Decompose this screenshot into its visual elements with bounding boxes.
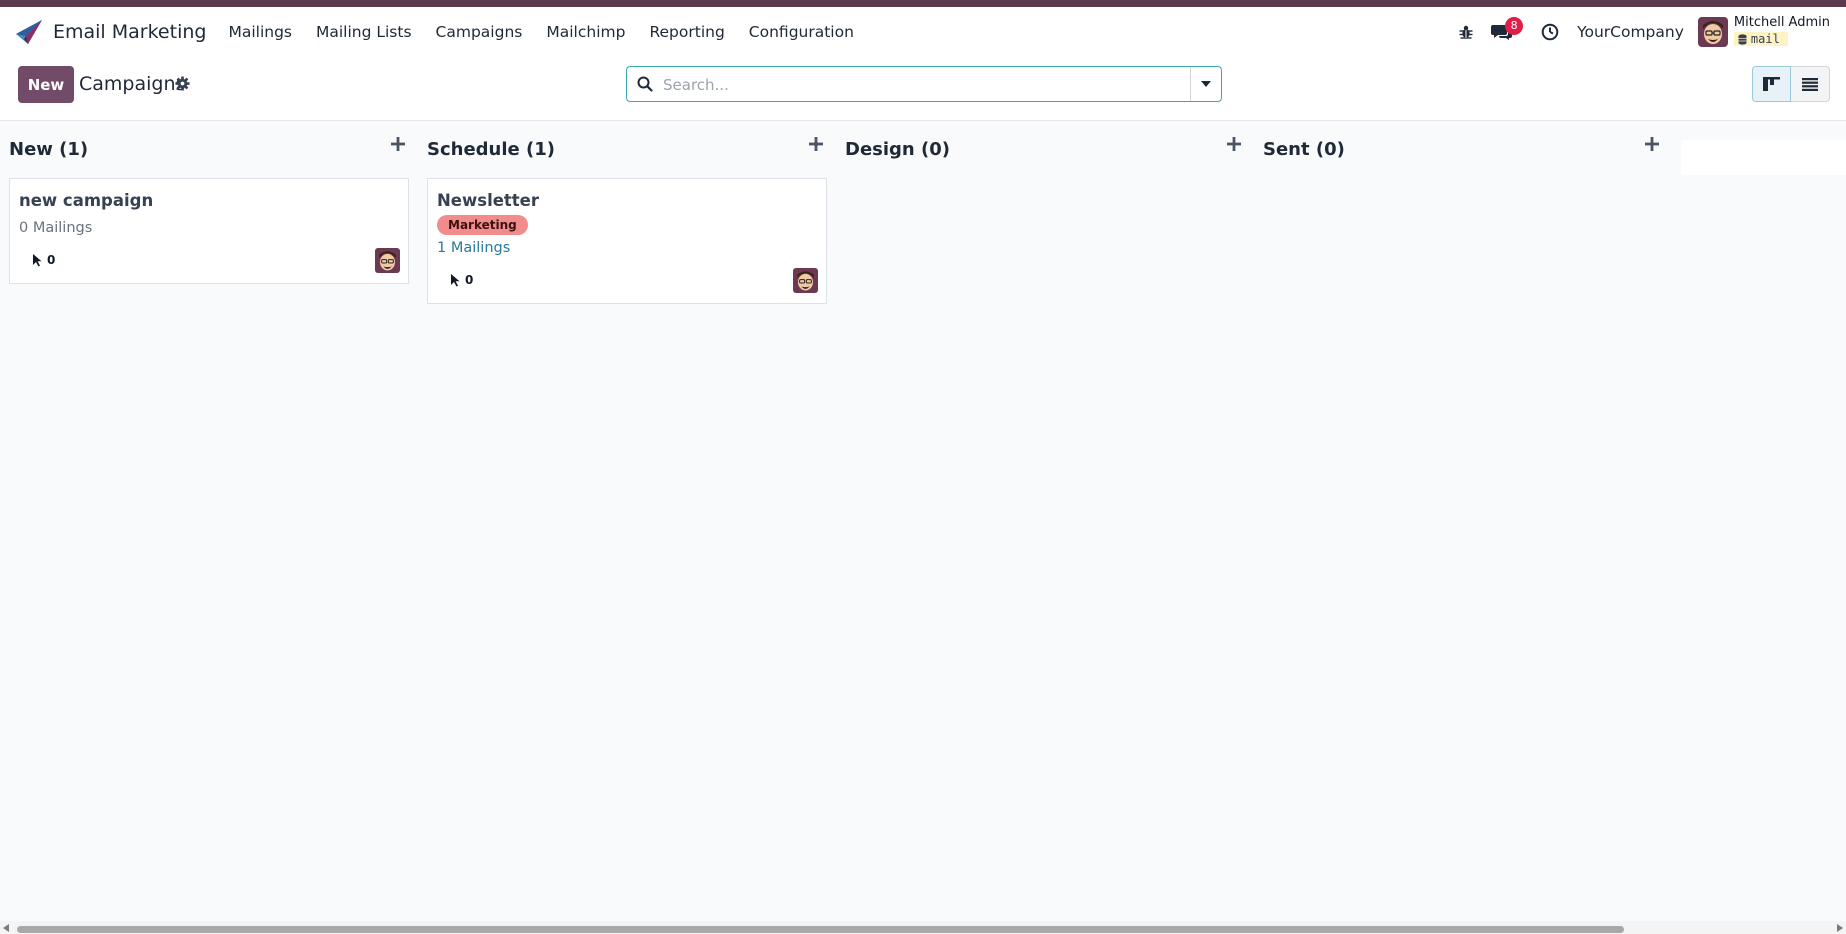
scroll-right-icon[interactable] [1837,924,1843,932]
card-title: new campaign [19,191,154,210]
kanban-icon [1763,77,1780,91]
paper-plane-icon [16,20,42,44]
user-name: Mitchell Admin [1733,15,1830,31]
debug-button[interactable] [1449,15,1483,49]
user-menu[interactable]: Mitchell Admin mail [1697,15,1830,48]
list-icon [1802,77,1818,91]
systray: 8 YourCompany Mitchell Admin mail [1449,7,1846,57]
column-title[interactable]: Sent (0) [1263,139,1345,160]
card-title: Newsletter [437,191,540,210]
app-brand[interactable]: Email Marketing [14,17,206,47]
clock-icon [1541,23,1559,41]
control-panel: New Campaigns [0,57,1846,121]
kanban-card[interactable]: new campaign 0 Mailings 0 [9,178,409,284]
kanban-card[interactable]: Newsletter Marketing 1 Mailings 0 [427,178,827,304]
plus-icon[interactable] [809,137,823,151]
search-options-toggle[interactable] [1190,67,1221,101]
add-column-area[interactable] [1681,140,1846,175]
column-title[interactable]: Design (0) [845,139,950,160]
gear-icon[interactable] [175,76,190,91]
column-header: New (1) [0,137,410,163]
card-mailings-link[interactable]: 1 Mailings [437,240,510,256]
scrollbar-thumb[interactable] [17,926,1624,933]
plus-icon[interactable] [1227,137,1241,151]
app-title[interactable]: Email Marketing [53,21,206,43]
kanban-board: New (1) new campaign 0 Mailings 0 Schedu… [0,121,1846,921]
messages-button[interactable]: 8 [1485,15,1524,49]
search-input[interactable] [661,67,1215,103]
top-accent-strip [0,0,1846,7]
plus-icon[interactable] [1645,137,1659,151]
bug-icon [1459,25,1473,39]
card-clicks: 0 [32,253,55,267]
card-clicks: 0 [450,273,473,287]
main-navbar: Email Marketing Mailings Mailing Lists C… [0,7,1846,57]
messages-count-badge: 8 [1505,17,1524,35]
database-badge: mail [1733,32,1788,47]
menu-item-mailings[interactable]: Mailings [216,23,304,41]
card-clicks-count: 0 [465,273,474,287]
column-header: Sent (0) [1254,137,1664,163]
scroll-left-icon[interactable] [3,924,9,932]
new-button[interactable]: New [18,66,74,103]
card-user-avatar[interactable] [793,268,818,293]
caret-down-icon [1201,81,1211,87]
card-clicks-count: 0 [47,253,56,267]
company-switcher[interactable]: YourCompany [1577,23,1684,41]
view-switcher [1752,66,1830,102]
menu-item-mailchimp[interactable]: Mailchimp [534,23,637,41]
column-header: Schedule (1) [418,137,828,163]
horizontal-scrollbar[interactable] [0,921,1846,934]
database-name: mail [1750,32,1780,47]
menu-item-configuration[interactable]: Configuration [737,23,866,41]
card-user-avatar[interactable] [375,248,400,273]
cursor-icon [451,274,460,287]
menu-item-mailing-lists[interactable]: Mailing Lists [304,23,424,41]
search-bar[interactable] [626,66,1222,103]
menu-item-reporting[interactable]: Reporting [637,23,736,41]
column-title[interactable]: New (1) [9,139,88,160]
cursor-icon [33,254,42,267]
top-menu: Mailings Mailing Lists Campaigns Mailchi… [216,23,865,41]
tag-badge: Marketing [437,215,528,235]
search-icon [637,76,653,92]
list-view-button[interactable] [1791,66,1830,102]
user-avatar [1697,17,1728,47]
database-icon [1738,34,1747,45]
column-title[interactable]: Schedule (1) [427,139,555,160]
menu-item-campaigns[interactable]: Campaigns [424,23,535,41]
page-title: Campaigns [79,73,186,95]
activities-button[interactable] [1533,15,1567,49]
plus-icon[interactable] [391,137,405,151]
card-mailings-count: 0 Mailings [19,220,93,236]
kanban-view-button[interactable] [1752,66,1791,102]
column-header: Design (0) [836,137,1246,163]
user-info: Mitchell Admin mail [1733,15,1830,48]
